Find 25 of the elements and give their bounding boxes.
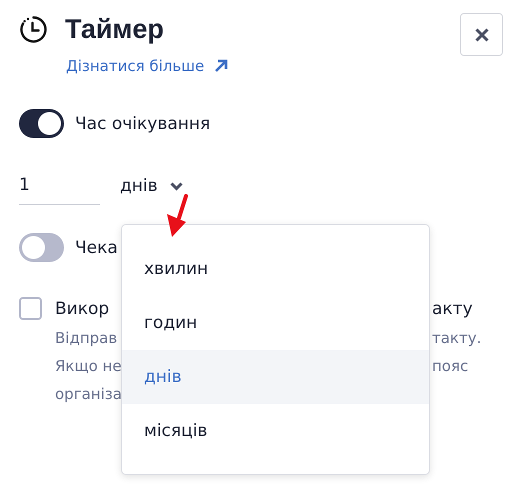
description-text: такту.: [432, 328, 482, 349]
chevron-icon: [170, 182, 183, 190]
dropdown-option[interactable]: годин: [122, 296, 429, 350]
close-button[interactable]: [460, 13, 503, 56]
unit-dropdown[interactable]: днів: [120, 171, 183, 201]
external-arrow-icon: [214, 59, 228, 73]
toggle-label: Час очікування: [75, 114, 210, 134]
toggle-switch[interactable]: [19, 109, 64, 138]
dropdown-option[interactable]: місяців: [122, 404, 429, 458]
toggle-switch[interactable]: [19, 233, 64, 262]
checkbox-label: Викор: [55, 298, 110, 318]
dropdown-option[interactable]: днів: [122, 350, 429, 404]
panel-title: Таймер: [65, 14, 164, 45]
description-text: організа: [55, 384, 122, 405]
close-icon: [474, 28, 488, 42]
description-text: Якщо не: [55, 356, 122, 377]
dropdown-option[interactable]: хвилин: [122, 242, 429, 296]
checkbox-label: акту: [432, 298, 474, 318]
duration-input[interactable]: 1: [19, 171, 100, 205]
description-text: пояс: [432, 356, 468, 377]
toggle-label: Чека: [75, 238, 118, 258]
checkbox[interactable]: [19, 297, 42, 320]
timer-icon: [19, 15, 48, 44]
description-text: Відправ: [55, 328, 118, 349]
learn-more-link[interactable]: Дізнатися більше: [66, 57, 228, 75]
